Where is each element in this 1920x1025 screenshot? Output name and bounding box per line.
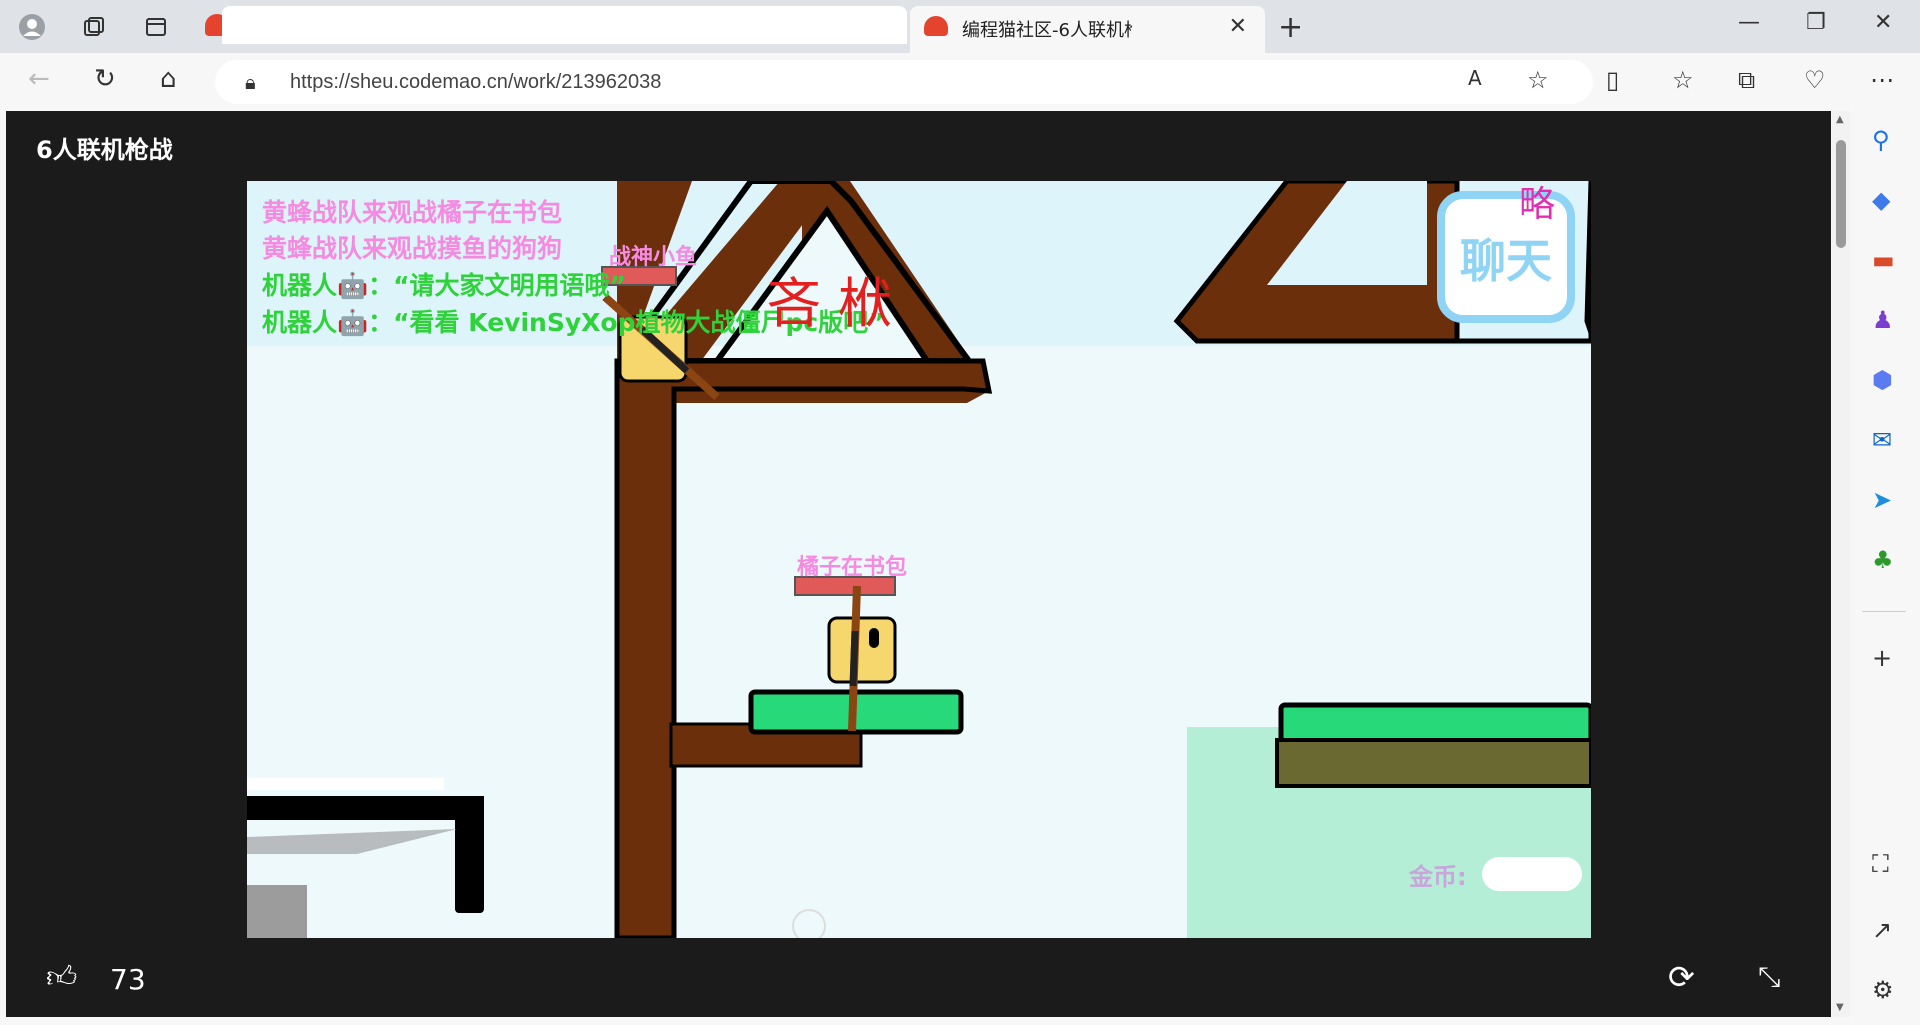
close-window-icon[interactable]: ✕ [1874, 10, 1892, 35]
screenshot-icon[interactable]: ⛶ [1872, 850, 1889, 878]
home-icon[interactable]: ⌂ [160, 64, 177, 94]
close-tab-icon[interactable]: ✕ [1229, 14, 1247, 39]
coins-label: 金币: [1409, 863, 1467, 891]
new-tab-icon[interactable]: + [1278, 10, 1303, 45]
health-icon[interactable]: ♡ [1804, 66, 1826, 94]
favorites-icon[interactable]: ☆ [1672, 66, 1694, 94]
outlook-icon[interactable]: ✉ [1872, 426, 1892, 454]
split-screen-icon[interactable]: ▯ [1606, 66, 1619, 94]
tools-icon[interactable]: ▬ [1872, 246, 1895, 274]
restart-icon[interactable]: ⟳ [1668, 958, 1695, 996]
like-hand-icon[interactable]: 👍︎ [46, 960, 77, 996]
corner-text: 略 [1519, 184, 1556, 225]
add-icon[interactable]: + [1872, 644, 1892, 672]
scroll-down-icon[interactable]: ▼ [1836, 1002, 1844, 1013]
coins-value [1487, 861, 1577, 887]
active-tab[interactable]: 编程猫社区-6人联机枪战-少儿编 ✕ [910, 6, 1265, 53]
open-external-icon[interactable]: ↗ [1872, 916, 1892, 944]
restore-icon[interactable]: ❐ [1806, 10, 1826, 35]
search-icon[interactable]: ⚲ [1872, 126, 1890, 154]
bottom-bar [6, 938, 1831, 1017]
refresh-icon[interactable]: ↻ [94, 64, 116, 94]
chat-line: 黄蜂战队来观战摸鱼的狗狗 [262, 234, 563, 263]
inactive-tab[interactable] [222, 6, 907, 44]
more-icon[interactable]: ⋯ [1870, 66, 1894, 94]
player1-name: 战神小鱼 [609, 245, 698, 270]
like-count: 73 [110, 963, 146, 996]
minimize-icon[interactable]: — [1738, 10, 1760, 35]
codemao-favicon-icon [924, 16, 948, 36]
chat-line: 机器人🤖：“请大家文明用语哦” [262, 271, 626, 300]
shopping-tag-icon[interactable]: ◆ [1872, 186, 1890, 214]
active-tab-title: 编程猫社区-6人联机枪战-少儿编 [962, 20, 1132, 41]
sidebar-divider [1862, 611, 1906, 612]
game-stage[interactable]: 黄蜂战队来观战橘子在书包 黄蜂战队来观战摸鱼的狗狗 机器人🤖：“请大家文明用语哦… [247, 181, 1591, 938]
workspaces-icon[interactable] [76, 9, 112, 45]
favorite-star-icon[interactable]: ☆ [1527, 66, 1549, 94]
player2-name: 橘子在书包 [797, 555, 908, 580]
games-icon[interactable]: ♟ [1872, 306, 1894, 334]
send-icon[interactable]: ➤ [1872, 486, 1892, 514]
settings-gear-icon[interactable]: ⚙ [1872, 976, 1894, 1004]
tab-actions-icon[interactable] [138, 9, 174, 45]
tab-bar: 编程猫社区-6人联机枪战-少儿编 ✕ + — ❐ ✕ [0, 0, 1920, 53]
read-aloud-icon[interactable]: A [1468, 66, 1482, 90]
microsoft365-icon[interactable]: ⬢ [1872, 366, 1893, 394]
sign-text: 吝 栿 [767, 272, 893, 335]
game-title: 6人联机枪战 [36, 136, 173, 164]
tree-icon[interactable]: ♣ [1872, 546, 1894, 574]
lock-icon[interactable]: 🔒︎ [245, 70, 256, 94]
collections-icon[interactable]: ⧉ [1738, 66, 1755, 94]
chat-button[interactable]: 聊天 [1451, 225, 1561, 291]
profile-icon[interactable] [14, 9, 50, 45]
url-text[interactable]: https://sheu.codemao.cn/work/213962038 [290, 71, 661, 94]
exit-fullscreen-icon[interactable]: ⤡ [1758, 960, 1780, 994]
chat-line: 黄蜂战队来观战橘子在书包 [262, 198, 563, 227]
scrollbar-thumb[interactable] [1836, 140, 1846, 248]
scroll-up-icon[interactable]: ▲ [1836, 114, 1844, 125]
back-icon[interactable]: ← [28, 64, 50, 94]
